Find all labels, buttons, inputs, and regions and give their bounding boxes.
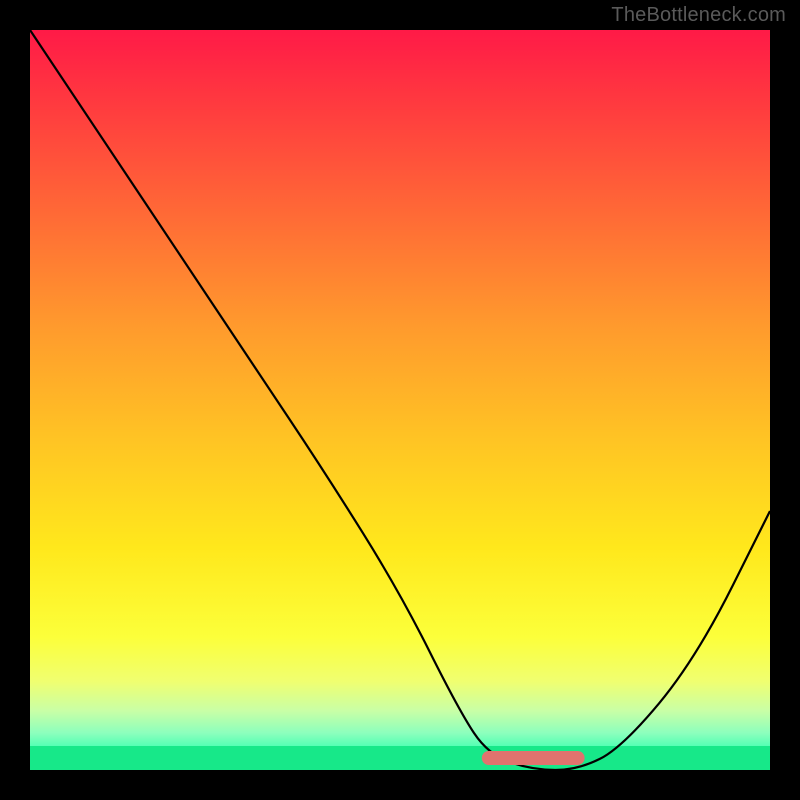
plot-area xyxy=(30,30,770,770)
curve-svg xyxy=(30,30,770,770)
chart-stage: TheBottleneck.com xyxy=(0,0,800,800)
bottleneck-curve xyxy=(30,30,770,770)
watermark-text: TheBottleneck.com xyxy=(611,4,786,27)
